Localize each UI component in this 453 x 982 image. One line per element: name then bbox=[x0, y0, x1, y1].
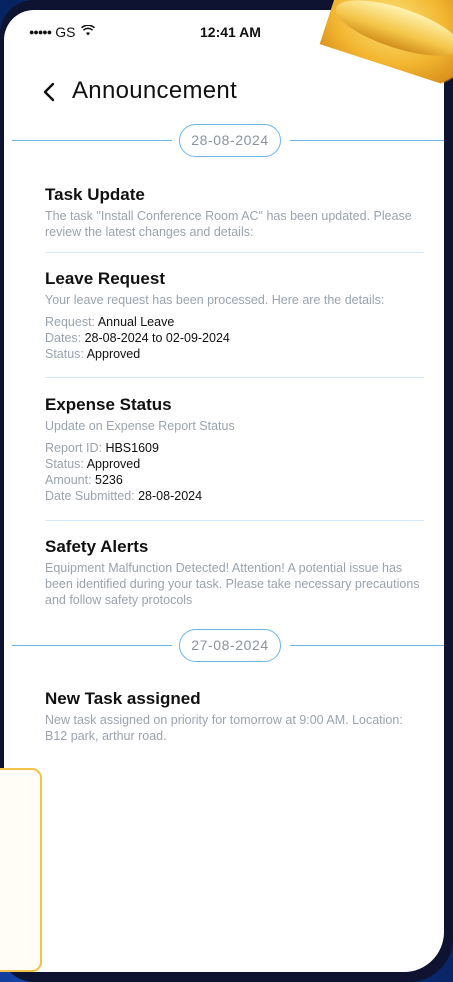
divider-line bbox=[290, 645, 444, 646]
detail-row: Report ID: HBS1609 bbox=[45, 440, 425, 456]
detail-value: Annual Leave bbox=[97, 315, 175, 329]
detail-label: Report ID: bbox=[45, 441, 106, 455]
floating-card-decoration bbox=[0, 768, 42, 972]
date-pill: 28-08-2024 bbox=[179, 124, 281, 157]
divider-line bbox=[12, 140, 172, 141]
announcement-title: Task Update bbox=[45, 185, 145, 204]
announcement-details: Request: Annual Leave Dates: 28-08-2024 … bbox=[45, 314, 425, 362]
announcement-description: The task "Install Conference Room AC" ha… bbox=[45, 209, 412, 239]
date-divider: 28-08-2024 bbox=[4, 124, 444, 158]
announcement-details: Report ID: HBS1609 Status: Approved Amou… bbox=[45, 440, 425, 504]
detail-label: Date Submitted: bbox=[45, 489, 139, 503]
detail-label: Status: bbox=[45, 457, 87, 471]
detail-label: Amount: bbox=[45, 473, 96, 487]
wifi-icon bbox=[81, 24, 96, 39]
announcement-item[interactable]: Safety Alerts Equipment Malfunction Dete… bbox=[45, 536, 425, 608]
page-title: Announcement bbox=[72, 77, 238, 104]
announcement-item[interactable]: Expense Status Update on Expense Report … bbox=[45, 394, 425, 504]
status-time: 12:41 AM bbox=[200, 24, 261, 40]
item-separator bbox=[45, 377, 424, 378]
detail-label: Status: bbox=[45, 347, 87, 361]
item-separator bbox=[45, 252, 424, 253]
detail-value: HBS1609 bbox=[105, 441, 159, 455]
divider-line bbox=[12, 645, 172, 646]
announcement-item[interactable]: New Task assigned New task assigned on p… bbox=[45, 688, 425, 744]
status-left: ●●●●● GS bbox=[29, 24, 96, 40]
phone-screen: ●●●●● GS 12:41 AM Announcement 28-08-202… bbox=[4, 10, 444, 972]
announcement-item[interactable]: Leave Request Your leave request has bee… bbox=[45, 268, 425, 362]
announcement-description: Equipment Malfunction Detected! Attentio… bbox=[45, 561, 420, 607]
carrier-name: GS bbox=[55, 24, 76, 40]
announcement-description: Your leave request has been processed. H… bbox=[45, 293, 385, 307]
page-header: Announcement bbox=[4, 70, 444, 120]
chevron-left-icon[interactable] bbox=[42, 76, 56, 109]
detail-value: 5236 bbox=[95, 473, 123, 487]
signal-icon: ●●●●● bbox=[29, 27, 52, 37]
announcement-title: Safety Alerts bbox=[45, 537, 149, 556]
detail-row: Status: Approved bbox=[45, 346, 425, 362]
item-separator bbox=[45, 520, 424, 521]
date-divider: 27-08-2024 bbox=[4, 629, 444, 663]
detail-value: Approved bbox=[86, 347, 141, 361]
detail-row: Request: Annual Leave bbox=[45, 314, 425, 330]
announcement-description: New task assigned on priority for tomorr… bbox=[45, 713, 403, 743]
announcement-title: Expense Status bbox=[45, 395, 172, 414]
detail-row: Date Submitted: 28-08-2024 bbox=[45, 488, 425, 504]
detail-row: Dates: 28-08-2024 to 02-09-2024 bbox=[45, 330, 425, 346]
detail-value: 28-08-2024 to 02-09-2024 bbox=[84, 331, 230, 345]
detail-label: Request: bbox=[45, 315, 98, 329]
announcement-item[interactable]: Task Update The task "Install Conference… bbox=[45, 184, 425, 240]
announcement-description: Update on Expense Report Status bbox=[45, 419, 235, 433]
detail-row: Amount: 5236 bbox=[45, 472, 425, 488]
date-pill: 27-08-2024 bbox=[179, 629, 281, 662]
divider-line bbox=[290, 140, 444, 141]
detail-label: Dates: bbox=[45, 331, 85, 345]
announcement-title: New Task assigned bbox=[45, 689, 201, 708]
detail-row: Status: Approved bbox=[45, 456, 425, 472]
announcement-title: Leave Request bbox=[45, 269, 165, 288]
detail-value: 28-08-2024 bbox=[138, 489, 203, 503]
detail-value: Approved bbox=[86, 457, 141, 471]
